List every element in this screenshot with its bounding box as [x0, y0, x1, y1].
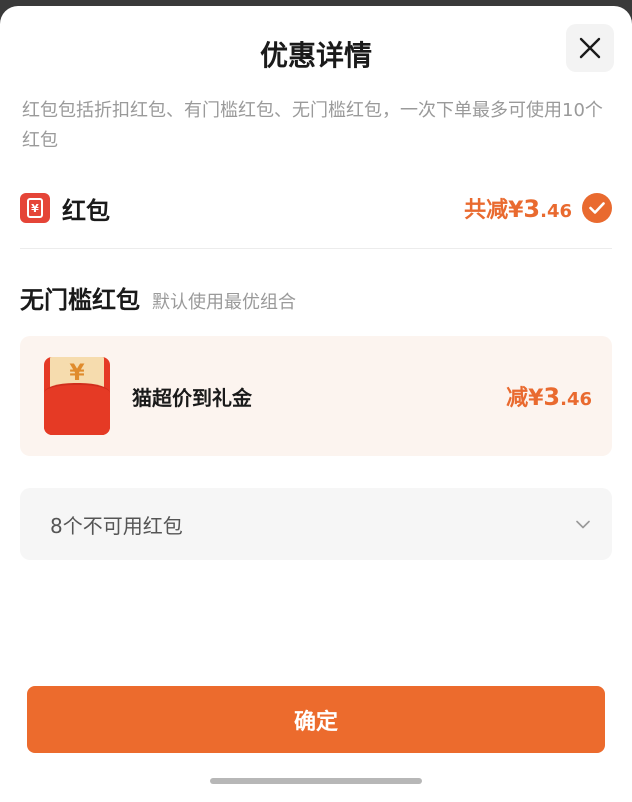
- total-prefix: 共减¥: [464, 198, 524, 223]
- total-integer: 3: [523, 195, 541, 223]
- amount-decimal: .46: [560, 389, 592, 410]
- section-header: 无门槛红包 默认使用最优组合: [20, 280, 296, 315]
- hongbao-summary-row[interactable]: ¥ 红包 共减¥ 3 .46: [20, 186, 612, 230]
- unusable-coupons-label: 8个不可用红包: [50, 513, 183, 538]
- section-subtitle: 默认使用最优组合: [152, 292, 296, 313]
- red-envelope-icon-glyph: ¥: [27, 198, 43, 218]
- close-icon: [579, 37, 601, 59]
- close-button[interactable]: [566, 24, 614, 72]
- unusable-coupons-toggle[interactable]: 8个不可用红包: [20, 488, 612, 560]
- envelope-cover: [44, 383, 110, 435]
- checkmark-icon[interactable]: [582, 193, 612, 223]
- divider: [20, 248, 612, 249]
- confirm-button[interactable]: 确定: [27, 686, 605, 753]
- section-title: 无门槛红包: [20, 286, 140, 314]
- total-decimal: .46: [540, 201, 572, 222]
- red-envelope-image: ¥: [44, 357, 110, 435]
- hongbao-total-amount: 共减¥ 3 .46: [464, 192, 572, 224]
- chevron-down-icon: [576, 520, 590, 528]
- coupon-name: 猫超价到礼金: [132, 385, 252, 410]
- description-text: 红包包括折扣红包、有门槛红包、无门槛红包，一次下单最多可使用10个红包: [22, 100, 603, 151]
- amount-integer: 3: [543, 383, 561, 411]
- hongbao-label: 红包: [62, 196, 110, 225]
- red-envelope-icon: ¥: [20, 193, 50, 223]
- page-title: 优惠详情: [259, 39, 372, 72]
- coupon-card[interactable]: ¥ 猫超价到礼金 减¥ 3 .46: [20, 336, 612, 456]
- coupon-amount: 减¥ 3 .46: [506, 380, 592, 412]
- home-indicator[interactable]: [210, 778, 422, 784]
- discount-detail-sheet: 优惠详情 红包包括折扣红包、有门槛红包、无门槛红包，一次下单最多可使用10个红包…: [0, 6, 632, 802]
- amount-prefix: 减¥: [506, 386, 544, 411]
